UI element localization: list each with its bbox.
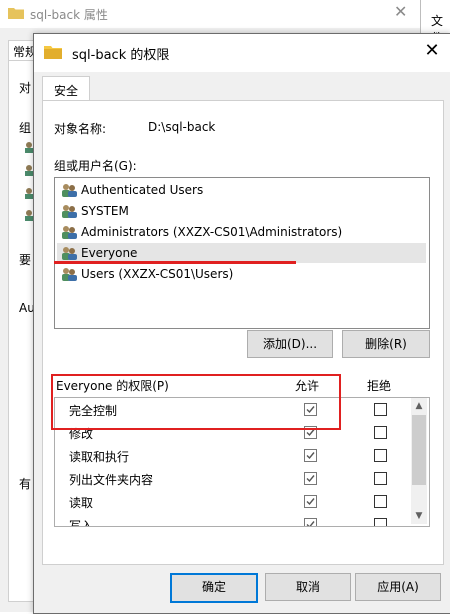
object-name-value: D:\sql-back bbox=[148, 120, 216, 134]
tab-security[interactable]: 安全 bbox=[42, 76, 90, 101]
deny-checkbox[interactable] bbox=[374, 495, 387, 508]
group-or-user-names-label: 组或用户名(G): bbox=[54, 159, 137, 173]
user-name: Authenticated Users bbox=[81, 183, 204, 197]
deny-checkbox[interactable] bbox=[374, 472, 387, 485]
background-fragment: 要 bbox=[19, 253, 32, 267]
user-name: Administrators (XXZX-CS01\Administrators… bbox=[81, 225, 343, 239]
allow-checkbox[interactable] bbox=[304, 472, 317, 485]
user-group-icon bbox=[62, 205, 77, 218]
object-name-label: 对象名称: bbox=[54, 122, 107, 136]
folder-icon bbox=[8, 8, 24, 19]
deny-checkbox[interactable] bbox=[374, 449, 387, 462]
allow-checkbox[interactable] bbox=[304, 449, 317, 462]
background-titlebar: sql-back 属性 ✕ bbox=[0, 0, 420, 28]
user-list[interactable]: Authenticated Users SYSTEM Administrator… bbox=[54, 177, 430, 329]
deny-checkbox[interactable] bbox=[374, 426, 387, 439]
background-fragment: 组 bbox=[19, 121, 32, 135]
permission-row-read: 读取 bbox=[55, 490, 412, 513]
deny-column-header: 拒绝 bbox=[367, 379, 392, 393]
permissions-scrollbar[interactable]: ▲ ▼ bbox=[411, 398, 427, 524]
permission-row-list-folder-contents: 列出文件夹内容 bbox=[55, 467, 412, 490]
user-group-icon bbox=[62, 226, 77, 239]
background-fragment: 对 bbox=[19, 81, 32, 95]
red-highlight-annotation bbox=[51, 374, 341, 430]
permission-label: 读取和执行 bbox=[69, 450, 130, 464]
allow-checkbox[interactable] bbox=[304, 495, 317, 508]
tab-security-label: 安全 bbox=[54, 84, 79, 98]
user-name: Users (XXZX-CS01\Users) bbox=[81, 267, 234, 281]
checkmark-icon bbox=[306, 498, 315, 506]
permissions-dialog: sql-back 的权限 ✕ 安全 对象名称: D:\sql-back 组或用户… bbox=[33, 33, 450, 614]
user-name: SYSTEM bbox=[81, 204, 129, 218]
close-icon[interactable]: ✕ bbox=[394, 2, 407, 21]
checkmark-icon bbox=[306, 521, 315, 526]
user-name: Everyone bbox=[81, 246, 138, 260]
scrollbar-thumb[interactable] bbox=[412, 415, 426, 485]
list-item-administrators[interactable]: Administrators (XXZX-CS01\Administrators… bbox=[57, 222, 426, 242]
allow-checkbox[interactable] bbox=[304, 518, 317, 526]
permission-label: 读取 bbox=[69, 496, 94, 510]
red-underline-annotation bbox=[54, 261, 296, 264]
permission-label: 写入 bbox=[69, 519, 94, 527]
deny-checkbox[interactable] bbox=[374, 403, 387, 416]
folder-icon bbox=[44, 46, 62, 59]
background-fragment: 有 bbox=[19, 477, 32, 491]
scroll-up-icon[interactable]: ▲ bbox=[411, 398, 427, 414]
list-item-system[interactable]: SYSTEM bbox=[57, 201, 426, 221]
user-group-icon bbox=[62, 184, 77, 197]
dialog-titlebar: sql-back 的权限 ✕ bbox=[34, 34, 450, 72]
permission-row-read-execute: 读取和执行 bbox=[55, 444, 412, 467]
list-item-authenticated-users[interactable]: Authenticated Users bbox=[57, 180, 426, 200]
dialog-title: sql-back 的权限 bbox=[72, 48, 170, 63]
ok-button[interactable]: 确定 bbox=[170, 573, 258, 603]
user-group-icon bbox=[62, 268, 77, 281]
checkmark-icon bbox=[306, 452, 315, 460]
permission-row-write: 写入 bbox=[55, 513, 412, 527]
list-item-everyone[interactable]: Everyone bbox=[57, 243, 426, 263]
cancel-button[interactable]: 取消 bbox=[265, 573, 351, 601]
permission-label: 列出文件夹内容 bbox=[69, 473, 154, 487]
remove-button[interactable]: 删除(R) bbox=[342, 330, 430, 358]
background-window-title: sql-back 属性 bbox=[30, 8, 108, 22]
add-button[interactable]: 添加(D)... bbox=[247, 330, 333, 358]
user-group-icon bbox=[62, 247, 77, 260]
checkmark-icon bbox=[306, 475, 315, 483]
scroll-down-icon[interactable]: ▼ bbox=[411, 508, 427, 524]
close-icon[interactable]: ✕ bbox=[421, 40, 443, 62]
apply-button[interactable]: 应用(A) bbox=[355, 573, 441, 601]
list-item-users[interactable]: Users (XXZX-CS01\Users) bbox=[57, 264, 426, 284]
deny-checkbox[interactable] bbox=[374, 518, 387, 526]
